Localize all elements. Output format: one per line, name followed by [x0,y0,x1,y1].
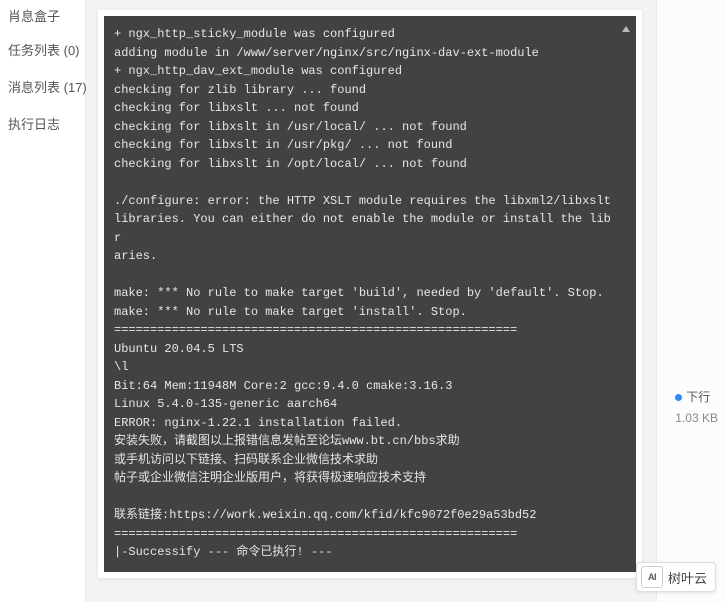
sidebar-item-label: 任务列表 (0) [8,43,80,58]
sidebar: 肖息盒子 任务列表 (0) 消息列表 (17) 执行日志 [0,0,86,602]
sidebar-item-log[interactable]: 执行日志 [0,105,85,142]
status-label: 下行 [686,390,710,404]
network-status: 下行 1.03 KB [675,388,718,425]
right-panel: 下行 1.03 KB [656,0,726,602]
status-value: 1.03 KB [675,411,718,425]
brand-badge[interactable]: AI 树叶云 [636,562,716,592]
brand-name: 树叶云 [668,568,707,587]
sidebar-item-messages[interactable]: 消息列表 (17) [0,68,85,105]
status-dot-icon [675,394,682,401]
sidebar-item-label: 消息列表 (17) [8,80,87,95]
sidebar-header: 肖息盒子 [0,0,85,31]
brand-logo-icon: AI [641,566,663,588]
scroll-up-icon[interactable] [622,26,630,32]
sidebar-item-label: 执行日志 [8,117,60,132]
console-output[interactable]: + ngx_http_sticky_module was configured … [104,16,636,572]
console-container: + ngx_http_sticky_module was configured … [98,10,642,578]
sidebar-item-tasks[interactable]: 任务列表 (0) [0,31,85,68]
main-area: 下行 1.03 KB + ngx_http_sticky_module was … [86,0,726,602]
